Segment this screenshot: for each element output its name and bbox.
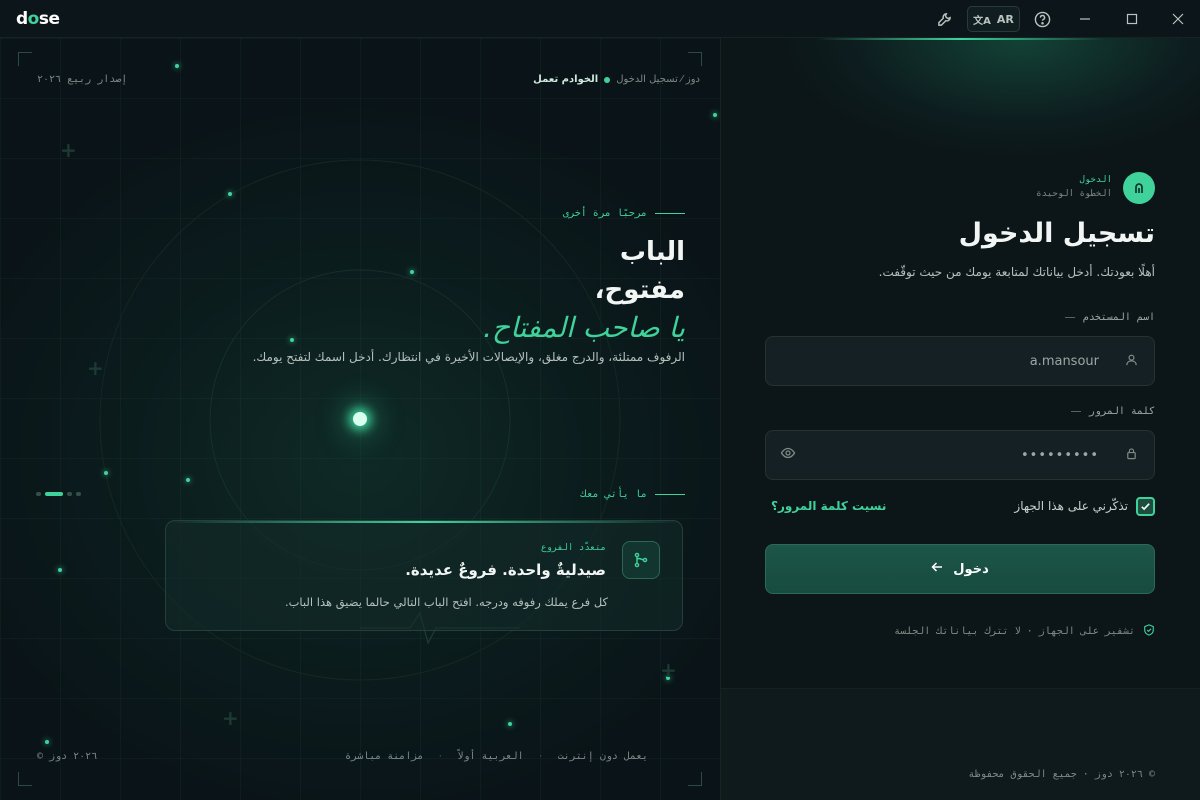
password-input[interactable] <box>839 447 1099 463</box>
pager-dot[interactable] <box>76 492 81 496</box>
panel-top-highlight <box>816 38 1105 40</box>
app-logo: dose <box>16 9 60 29</box>
show-password-eye-icon[interactable] <box>780 445 796 465</box>
sparkle-dot <box>508 722 512 726</box>
branch-icon <box>622 541 660 579</box>
feature-card: متعدّد الفروع صيدليةٌ واحدة. فروعٌ عديدة… <box>165 520 683 631</box>
app-window: dose 文A AR + + + + دوز ⁄ تسجيل الدخول ال… <box>0 0 1200 800</box>
card-top-highlight <box>166 521 682 523</box>
sparkle-dot <box>228 192 232 196</box>
fingerprint-icon <box>1123 172 1155 204</box>
password-field[interactable] <box>765 430 1155 480</box>
hero-line: الباب <box>619 237 685 267</box>
title-bar: dose 文A AR <box>0 0 1200 38</box>
maximize-button[interactable] <box>1119 6 1145 32</box>
server-status: الخوادم تعمل <box>533 74 599 85</box>
remember-me-checkbox[interactable] <box>1136 497 1155 516</box>
username-label: اسم المستخدم <box>1064 312 1155 323</box>
breadcrumb-path: دوز ⁄ تسجيل الدخول <box>616 74 700 85</box>
welcome-kicker: مرحبًا مرة أخرى <box>563 208 685 219</box>
frame-corner <box>688 52 702 66</box>
arrow-left-icon <box>931 561 943 577</box>
hero-subtitle: الرفوف ممتلئة، والدرج مغلق، والإيصالات ا… <box>252 350 685 364</box>
page-subtitle: أهلًا بعودتك. أدخل بياناتك لمتابعة يومك … <box>878 265 1155 279</box>
footer-feature-item: يعمل دون إنترنت <box>557 751 648 762</box>
username-label-text: اسم المستخدم <box>1082 312 1155 323</box>
password-label-text: كلمة المرور <box>1088 406 1155 417</box>
welcome-text: مرحبًا مرة أخرى <box>562 208 647 219</box>
pager-dot[interactable] <box>36 492 41 496</box>
frame-corner <box>688 772 702 786</box>
footer-feature-item: العربية أولاً <box>457 751 524 762</box>
sparkle-dot <box>175 64 179 68</box>
check-icon <box>1141 503 1150 511</box>
remember-me-label[interactable]: تذكّرني على هذا الجهاز <box>1014 499 1128 513</box>
footer-features: يعمل دون إنترنت · العربية أولاً · مزامنة… <box>345 751 648 762</box>
plus-icon: + <box>660 658 677 682</box>
sparkle-dot <box>290 338 294 342</box>
plus-icon: + <box>87 356 104 380</box>
footer-feature-item: مزامنة مباشرة <box>345 751 424 762</box>
frame-corner <box>18 772 32 786</box>
password-label: كلمة المرور <box>1070 406 1155 417</box>
plus-icon: + <box>60 138 77 162</box>
forgot-password-link[interactable]: نسيت كلمة المرور؟ <box>771 499 886 513</box>
card-kicker: متعدّد الفروع <box>540 543 606 553</box>
copyright: © ٢٠٢٦ دوز · جميع الحقوق محفوظة <box>968 769 1155 780</box>
sparkle-dot <box>713 113 717 117</box>
panel-footer <box>721 688 1200 800</box>
security-note-text: تشفير على الجهاز · لا تترك بياناتك الجلس… <box>894 626 1135 637</box>
divider-dash <box>655 494 685 495</box>
separator-dot: · <box>537 751 544 762</box>
sparkle-dot <box>410 270 414 274</box>
copyright: © ٢٠٢٦ دوز <box>37 751 98 762</box>
sparkle-dot <box>186 478 190 482</box>
translate-icon: 文A <box>973 15 991 27</box>
separator-dot: · <box>437 751 444 762</box>
release-label: إصدار ربيع ٢٠٢٦ <box>37 74 128 85</box>
coming-text: ما يأتي معك <box>580 489 647 500</box>
wrench-icon[interactable] <box>930 6 958 32</box>
breadcrumb: دوز ⁄ تسجيل الدخول الخوادم تعمل <box>533 74 700 85</box>
card-body: كل فرع يملك رفوفه ودرجه. افتح الباب التا… <box>284 595 608 609</box>
carousel-pager <box>36 492 81 496</box>
frame-corner <box>18 52 32 66</box>
pager-dot-active[interactable] <box>45 492 63 496</box>
username-input[interactable] <box>839 353 1099 369</box>
user-icon <box>1125 353 1138 370</box>
coming-kicker: ما يأتي معك <box>581 489 685 500</box>
pager-dot[interactable] <box>67 492 72 496</box>
divider-dash <box>1070 411 1081 412</box>
minimize-button[interactable] <box>1072 6 1098 32</box>
signin-button[interactable]: دخول <box>765 544 1155 594</box>
hero-heading: الباب مفتوح، يا صاحب المفتاح. <box>483 233 685 347</box>
divider-dash <box>1064 317 1075 318</box>
card-title: صيدليةٌ واحدة. فروعٌ عديدة. <box>405 561 606 579</box>
signin-button-label: دخول <box>953 561 989 577</box>
sparkle-dot <box>104 471 108 475</box>
plus-icon: + <box>222 706 239 730</box>
status-dot <box>604 76 611 83</box>
username-field[interactable] <box>765 336 1155 386</box>
sparkle-dot <box>58 568 62 572</box>
close-button[interactable] <box>1165 6 1191 32</box>
step-kicker: الدخول <box>1079 175 1112 185</box>
language-label: AR <box>996 12 1014 26</box>
lock-icon <box>1125 447 1138 464</box>
page-title: تسجيل الدخول <box>958 218 1155 249</box>
help-icon[interactable] <box>1030 6 1054 32</box>
glowing-orb <box>353 412 367 426</box>
hero-accent-line: يا صاحب المفتاح. <box>483 311 685 344</box>
sparkle-dot <box>45 740 49 744</box>
divider-dash <box>655 213 685 214</box>
shield-check-icon <box>1143 624 1155 639</box>
signin-panel: الدخول الخطوة الوحيدة تسجيل الدخول أهلًا… <box>720 38 1200 800</box>
step-note: الخطوة الوحيدة <box>1036 189 1112 199</box>
security-note: تشفير على الجهاز · لا تترك بياناتك الجلس… <box>894 624 1155 639</box>
language-toggle-button[interactable]: 文A AR <box>967 6 1020 32</box>
hero-panel: + + + + دوز ⁄ تسجيل الدخول الخوادم تعمل … <box>0 38 720 800</box>
hero-line: مفتوح، <box>594 275 685 305</box>
